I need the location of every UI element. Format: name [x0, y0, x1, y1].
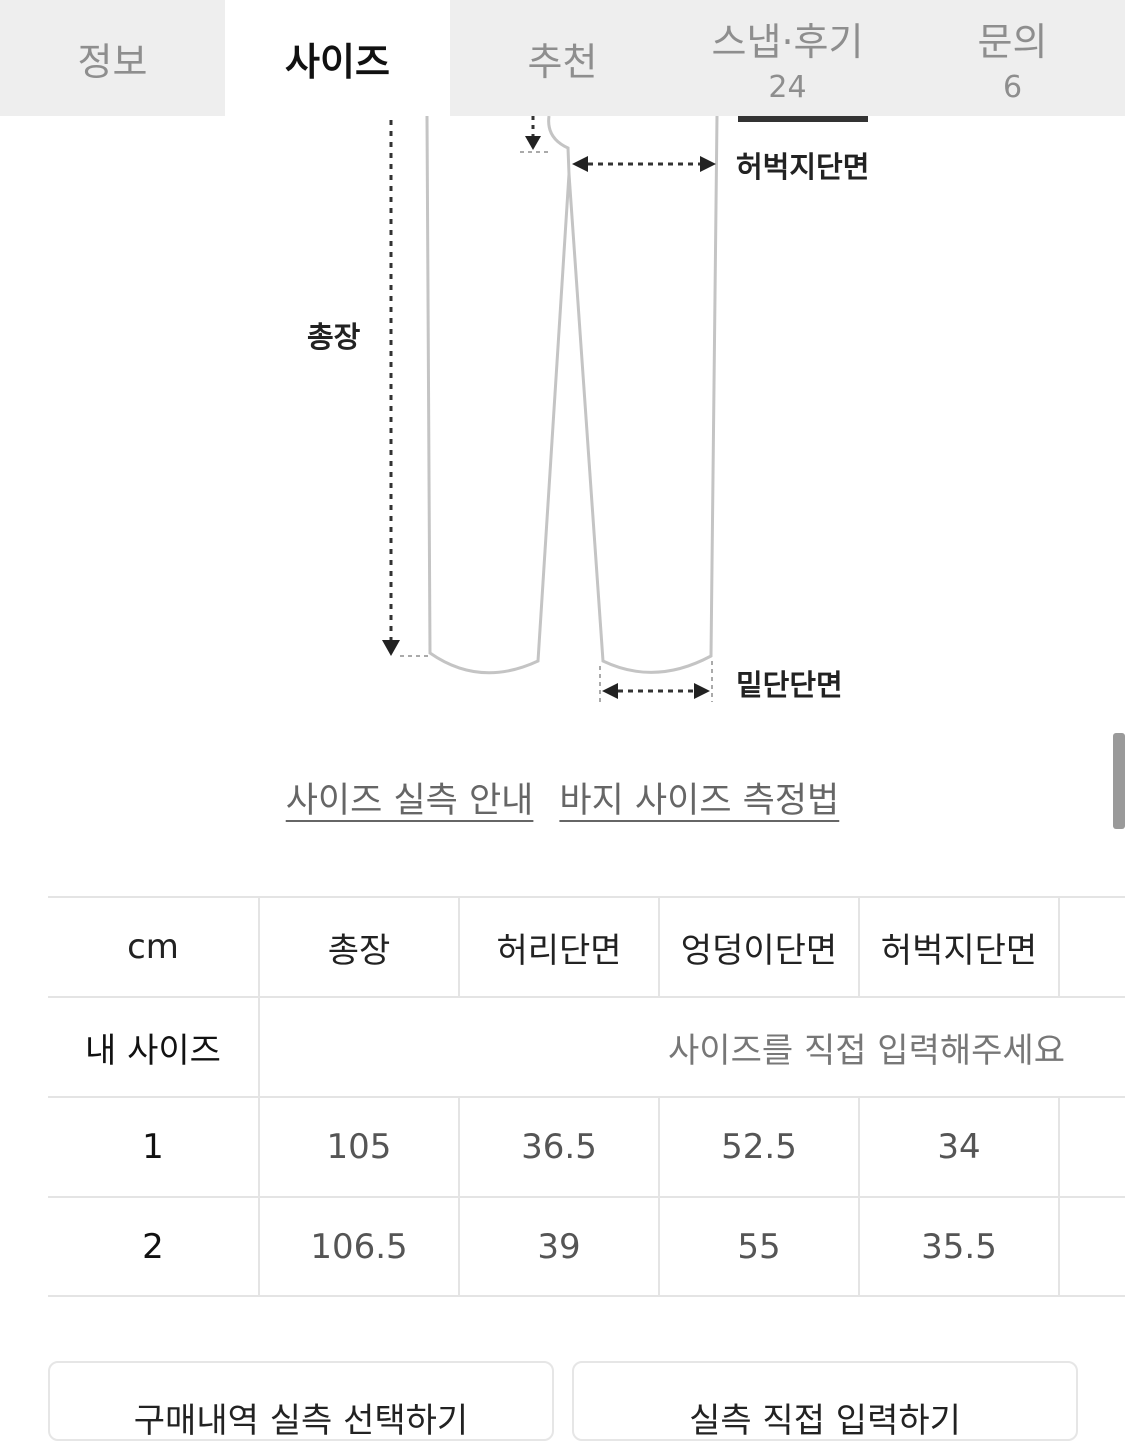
tab-inquiry[interactable]: 문의 6	[900, 0, 1125, 116]
value-overflow	[1060, 1098, 1125, 1196]
tab-snap-review[interactable]: 스냅·후기 24	[675, 0, 900, 116]
size-guide-link[interactable]: 사이즈 실측 안내	[286, 772, 534, 823]
table-header-row: cm 총장 허리단면 엉덩이단면 허벅지단면	[48, 896, 1125, 996]
value-overflow	[1060, 1198, 1125, 1295]
size-name: 1	[48, 1098, 260, 1196]
value-waist: 36.5	[460, 1098, 660, 1196]
header-waist: 허리단면	[460, 898, 660, 996]
tab-recommend[interactable]: 추천	[450, 0, 675, 116]
crotch-curve	[547, 115, 571, 175]
rise-arrowhead	[525, 136, 541, 150]
tab-info[interactable]: 정보	[0, 0, 225, 116]
header-unit: cm	[48, 898, 260, 996]
length-label: 총장	[307, 320, 361, 354]
hem-label: 밑단단면	[736, 668, 843, 702]
pants-illustration	[382, 115, 868, 702]
guide-links: 사이즈 실측 안내 바지 사이즈 측정법	[0, 772, 1125, 823]
tab-count: 6	[1002, 70, 1023, 105]
size-name: 2	[48, 1198, 260, 1295]
value-thigh: 34	[860, 1098, 1060, 1196]
thigh-label: 허벅지단면	[736, 150, 870, 184]
value-length: 105	[260, 1098, 460, 1196]
value-thigh: 35.5	[860, 1198, 1060, 1295]
tab-label: 정보	[77, 39, 148, 84]
length-arrowhead	[382, 640, 400, 656]
value-waist: 39	[460, 1198, 660, 1295]
table-row: 1 105 36.5 52.5 34	[48, 1096, 1125, 1196]
value-hip: 55	[660, 1198, 860, 1295]
button-label: 실측 직접 입력하기	[689, 1401, 961, 1441]
my-size-row: 내 사이즈 사이즈를 직접 입력해주세요	[48, 996, 1125, 1096]
my-size-input[interactable]: 사이즈를 직접 입력해주세요	[260, 998, 1125, 1096]
tab-label: 사이즈	[285, 39, 390, 84]
header-overflow	[1060, 898, 1125, 996]
size-diagram: 허벅지단면 총장 밑단단면	[0, 115, 1125, 756]
button-label: 구매내역 실측 선택하기	[133, 1401, 469, 1441]
table-row: 2 106.5 39 55 35.5	[48, 1196, 1125, 1297]
tab-label: 스냅·후기	[711, 20, 864, 64]
my-size-label: 내 사이즈	[48, 998, 260, 1096]
header-length: 총장	[260, 898, 460, 996]
tab-label: 추천	[527, 39, 598, 84]
pants-outline	[425, 115, 719, 675]
tab-label: 문의	[977, 20, 1048, 64]
measure-guide-link[interactable]: 바지 사이즈 측정법	[559, 772, 839, 823]
direct-input-button[interactable]: 실측 직접 입력하기	[572, 1361, 1078, 1441]
tab-count: 24	[768, 70, 807, 105]
tab-size[interactable]: 사이즈	[225, 0, 450, 116]
purchase-select-button[interactable]: 구매내역 실측 선택하기	[48, 1361, 554, 1441]
value-length: 106.5	[260, 1198, 460, 1295]
tab-bar: 정보 사이즈 추천 스냅·후기 24 문의 6	[0, 0, 1125, 116]
header-thigh: 허벅지단면	[860, 898, 1060, 996]
size-table: cm 총장 허리단면 엉덩이단면 허벅지단면 내 사이즈 사이즈를 직접 입력해…	[48, 896, 1125, 1297]
value-hip: 52.5	[660, 1098, 860, 1196]
header-hip: 엉덩이단면	[660, 898, 860, 996]
